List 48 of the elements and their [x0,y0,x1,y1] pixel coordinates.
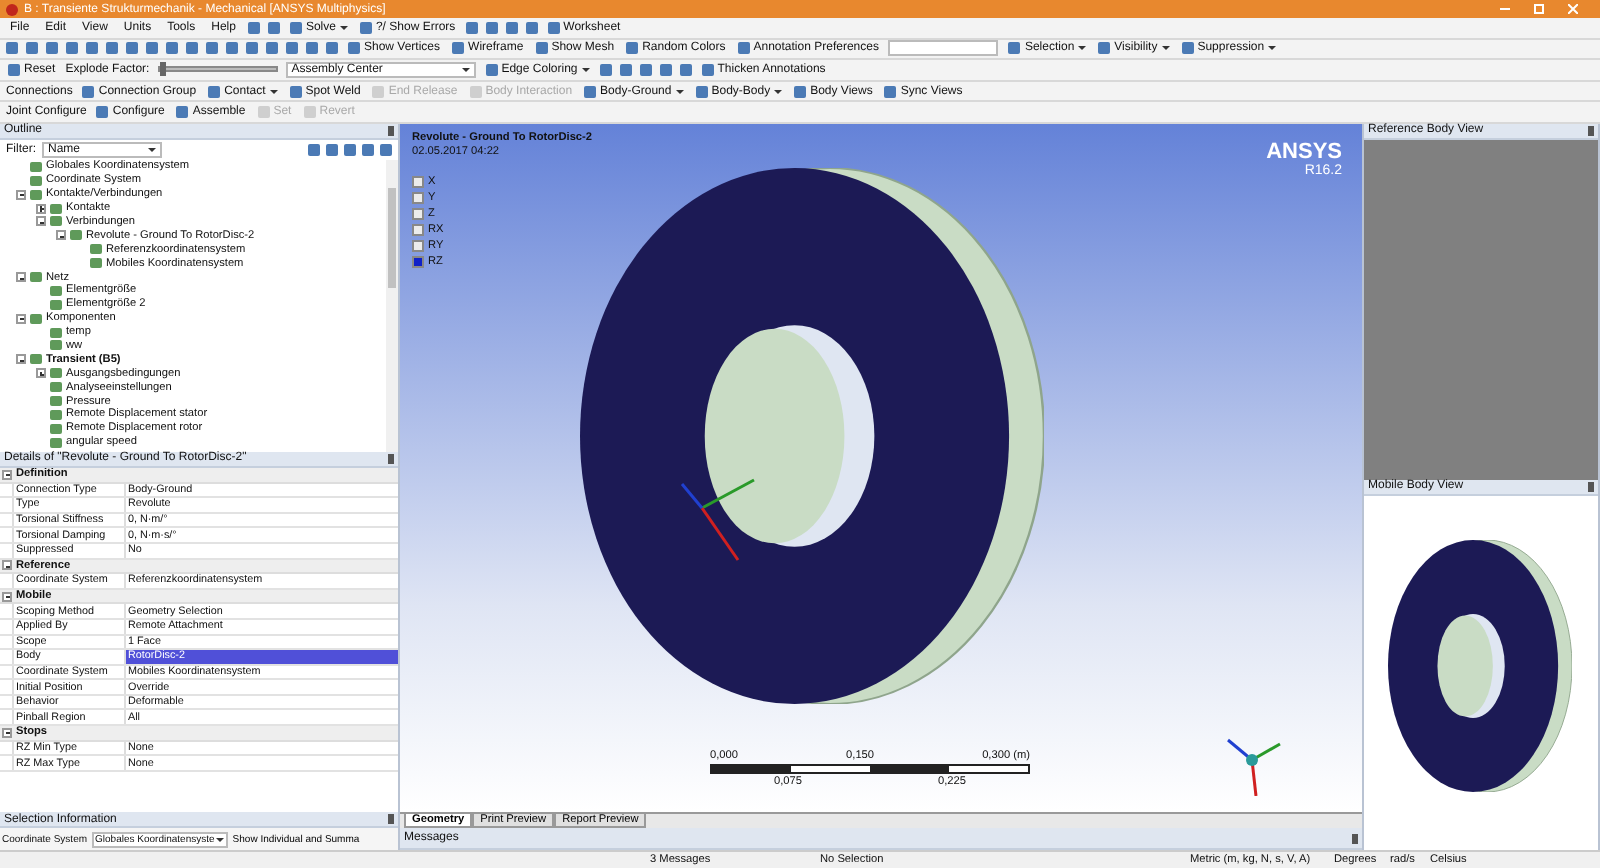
tree-node-icon [50,368,62,379]
tree-node-icon [30,354,42,365]
close-icon[interactable] [1568,4,1578,14]
tree-node-icon [50,285,62,296]
pin-icon[interactable] [1352,833,1358,843]
collapse-toggle[interactable] [2,560,12,571]
dof-checkbox[interactable] [412,255,424,268]
dof-checkbox[interactable] [412,191,424,204]
expand-toggle[interactable] [36,368,46,379]
pin-icon[interactable] [1588,481,1594,492]
axis-triad-icon [680,475,756,564]
collapse-toggle[interactable] [16,354,26,365]
app-icon [6,3,18,15]
slider-thumb[interactable] [159,62,166,77]
dof-checkbox[interactable] [412,175,424,188]
dof-checkbox[interactable] [412,239,424,252]
brand-logo: ANSYS [1266,139,1342,164]
collapse-toggle[interactable] [56,230,66,241]
collapse-toggle[interactable] [2,591,12,602]
tree-node-icon [70,230,82,241]
tree-node-icon [50,423,62,434]
restore-icon[interactable] [1534,4,1544,14]
collapse-toggle[interactable] [2,727,12,738]
pin-icon[interactable] [388,125,394,136]
tree-node-icon [30,272,42,283]
tree-node-icon [50,299,62,310]
axis-triad-icon [1226,736,1282,796]
pin-icon[interactable] [1588,125,1594,136]
scrollbar-thumb[interactable] [388,187,396,288]
tree-node-icon [50,382,62,393]
tree-node-icon [50,437,62,448]
collapse-toggle[interactable] [16,313,26,324]
collapse-toggle[interactable] [2,469,12,480]
tree-node-icon [90,258,102,269]
collapse-toggle[interactable] [36,216,46,227]
tree-node-icon [30,189,42,200]
pin-icon[interactable] [388,453,394,464]
collapse-toggle[interactable] [16,189,26,200]
tree-node-icon [30,313,42,324]
collapse-toggle[interactable] [16,272,26,283]
tree-node-icon [90,244,102,255]
toolbar-input-field[interactable] [888,40,999,57]
expand-toggle[interactable] [36,203,46,214]
dof-checkbox[interactable] [412,207,424,220]
tree-node-icon [30,175,42,186]
tree-node-icon [30,161,42,172]
explode-slider[interactable] [157,66,278,73]
dof-checkbox[interactable] [412,223,424,236]
